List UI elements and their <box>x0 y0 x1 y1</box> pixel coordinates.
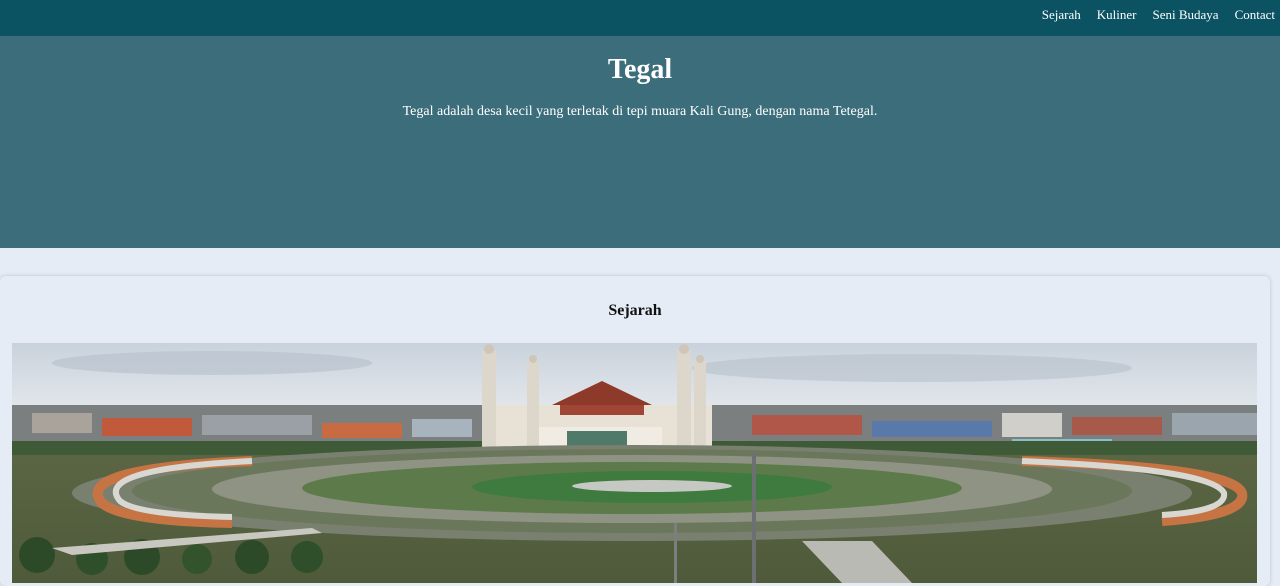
nav-links: Sejarah Kuliner Seni Budaya Contact <box>1042 0 1275 30</box>
section-title: Sejarah <box>608 302 662 319</box>
hero-subtitle: Tegal adalah desa kecil yang terletak di… <box>402 104 878 119</box>
mosque-square-illustration <box>12 343 1257 583</box>
mosque-square-photo <box>12 343 1257 583</box>
nav-link-kuliner[interactable]: Kuliner <box>1097 7 1137 23</box>
nav-link-contact[interactable]: Contact <box>1235 7 1275 23</box>
hero-title: Tegal <box>607 54 673 85</box>
hero-banner: Tegal Tegal adalah desa kecil yang terle… <box>0 36 1280 248</box>
sejarah-card: Sejarah <box>0 276 1270 586</box>
nav-link-sejarah[interactable]: Sejarah <box>1042 7 1081 23</box>
nav-link-seni-budaya[interactable]: Seni Budaya <box>1152 7 1218 23</box>
top-navbar: Sejarah Kuliner Seni Budaya Contact <box>0 0 1280 36</box>
